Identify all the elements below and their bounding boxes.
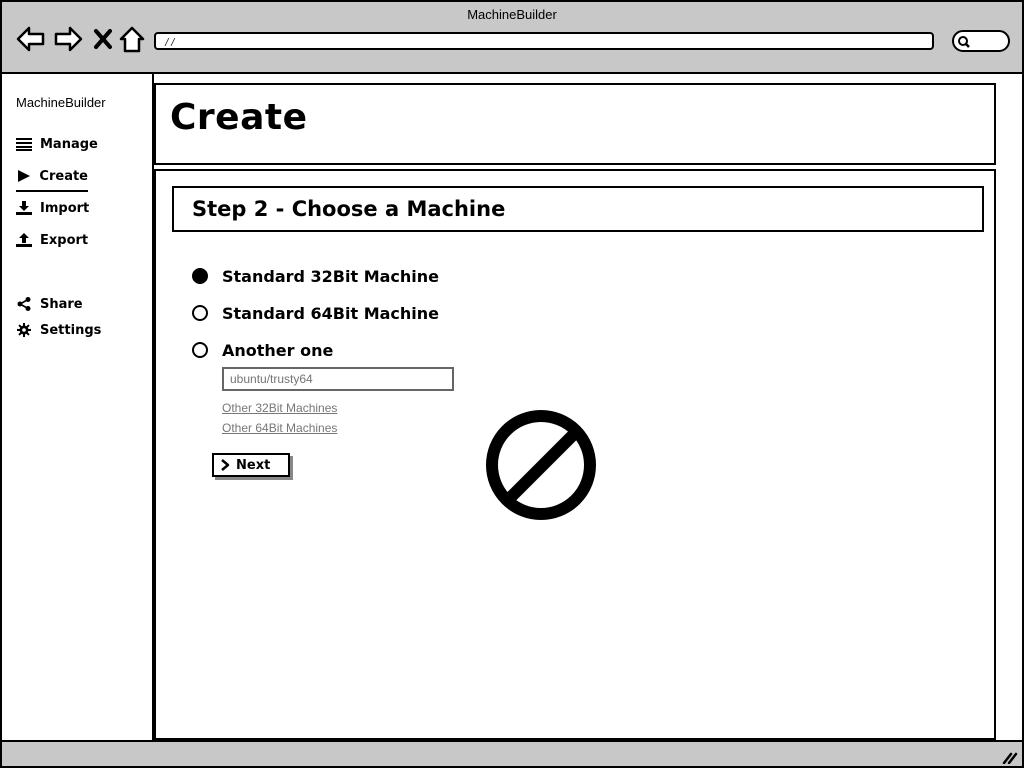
page-header: Create [154,83,996,165]
radio-option-64bit[interactable]: Standard 64Bit Machine [192,302,439,324]
search-icon [958,36,970,48]
sidebar: MachineBuilder Manage Create Import Expo… [2,74,152,740]
chevron-right-icon [220,459,230,471]
browser-toolbar: MachineBuilder // [2,2,1022,74]
main-content: Step 2 - Choose a Machine Standard 32Bit… [154,169,996,740]
step-title: Step 2 - Choose a Machine [192,197,506,221]
radio-label: Another one [222,340,334,360]
play-icon [16,168,31,184]
radio-option-another[interactable]: Another one [192,339,333,361]
prohibited-icon [486,410,596,520]
radio-unselected-icon[interactable] [192,342,208,358]
search-field[interactable] [952,30,1010,52]
sidebar-item-label: Export [40,232,89,248]
page-title: Create [170,97,308,138]
gear-icon [16,322,32,338]
radio-label: Standard 64Bit Machine [222,303,440,323]
share-icon [16,296,32,312]
next-button-label: Next [236,457,271,473]
radio-label: Standard 32Bit Machine [222,266,440,286]
sidebar-item-label: Manage [40,136,98,152]
radio-option-32bit[interactable]: Standard 32Bit Machine [192,265,439,287]
sidebar-item-label: Settings [40,322,102,338]
list-icon [16,136,32,152]
sidebar-brand: MachineBuilder [16,95,106,110]
link-other-32bit[interactable]: Other 32Bit Machines [222,401,337,415]
download-icon [16,200,32,216]
sidebar-item-create[interactable]: Create [16,166,88,192]
window-title: MachineBuilder [467,7,557,22]
sidebar-item-label: Create [39,168,88,184]
sidebar-item-label: Share [40,296,83,312]
custom-machine-input[interactable] [222,367,454,391]
sidebar-item-export[interactable]: Export [16,230,88,250]
forward-arrow-icon[interactable] [53,24,83,54]
resize-grip-icon[interactable] [1002,750,1018,764]
home-icon[interactable] [118,24,148,54]
radio-selected-icon[interactable] [192,268,208,284]
link-other-64bit[interactable]: Other 64Bit Machines [222,421,337,435]
browser-window: MachineBuilder // MachineBuilder Manage [0,0,1024,768]
address-bar[interactable]: // [154,32,934,50]
back-arrow-icon[interactable] [16,24,46,54]
sidebar-item-settings[interactable]: Settings [16,320,101,340]
sidebar-item-label: Import [40,200,90,216]
step-header: Step 2 - Choose a Machine [172,186,984,232]
sidebar-item-share[interactable]: Share [16,294,83,314]
next-button[interactable]: Next [212,453,290,477]
upload-icon [16,232,32,248]
sidebar-item-manage[interactable]: Manage [16,134,98,154]
radio-unselected-icon[interactable] [192,305,208,321]
status-bar [2,740,1022,766]
sidebar-item-import[interactable]: Import [16,198,89,218]
